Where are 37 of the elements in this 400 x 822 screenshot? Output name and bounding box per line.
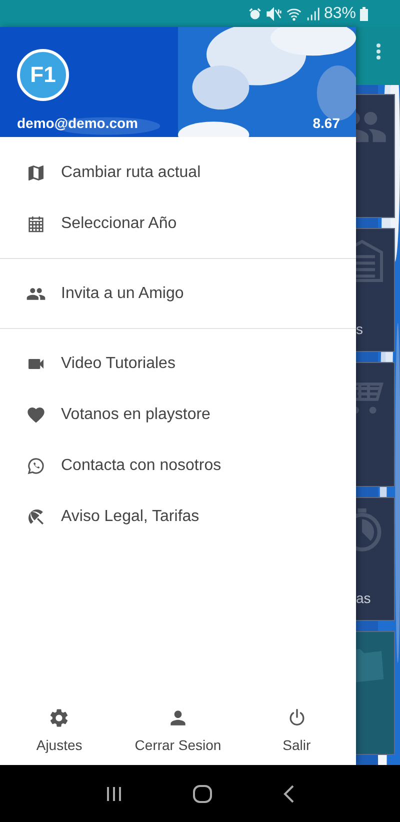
settings-icon [48,707,70,729]
dashboard-tile[interactable]: as [356,496,395,621]
footer-button[interactable]: Salir [237,695,356,765]
heart-icon [26,404,46,424]
menu-item-label: Video Tutoriales [61,354,176,372]
wifi-icon [286,6,302,20]
menu-item[interactable]: Video Tutoriales [0,338,356,389]
menu-item-label: Aviso Legal, Tarifas [61,508,200,526]
menu-item[interactable]: Votanos en playstore [0,389,356,440]
home-icon[interactable] [192,784,212,802]
battery-percentage: 83% [324,4,356,22]
menu-item[interactable]: Invita a un Amigo [0,268,356,319]
menu-item-label: Invita a un Amigo [61,284,184,302]
tile-caption: s [356,321,364,340]
recent-apps-icon[interactable] [106,786,122,802]
alarm-icon [248,6,262,20]
tile-caption: as [356,590,372,608]
mute-icon [266,6,282,20]
menu-item-label: Cambiar ruta actual [61,164,201,182]
menu-item-label: Votanos en playstore [61,406,210,424]
menu-item[interactable]: Aviso Legal, Tarifas [0,491,356,542]
menu-item[interactable]: Cambiar ruta actual [0,147,356,198]
map-icon [26,162,46,182]
calendar-icon [26,214,46,234]
back-icon[interactable] [282,784,294,802]
menu-item-label: Contacta con nosotros [61,456,222,474]
chat-bubble-icon [26,456,46,476]
menu-item[interactable]: Seleccionar Año [0,198,356,249]
menu-item[interactable]: Contacta con nosotros [0,440,356,491]
battery-icon [360,6,368,20]
menu-item-label: Seleccionar Año [61,214,177,232]
dashboard-tile[interactable]: s [356,228,395,352]
more-options-icon[interactable] [376,43,381,60]
footer-button[interactable]: Ajustes [0,695,119,765]
signal-icon [306,6,320,20]
umbrella-icon [26,506,46,526]
footer-button[interactable]: Cerrar Sesion [118,695,238,765]
